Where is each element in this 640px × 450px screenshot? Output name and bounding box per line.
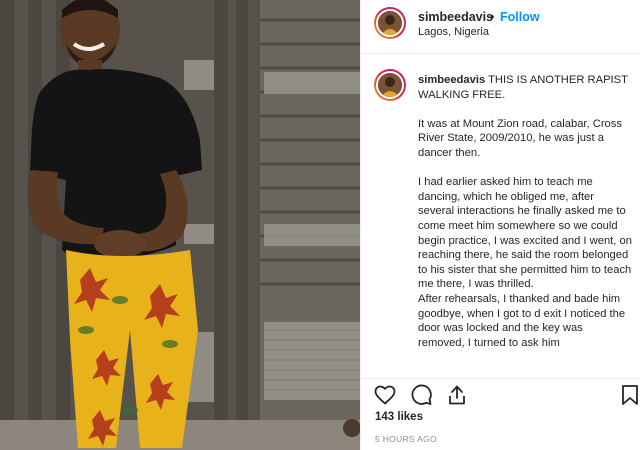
follow-button[interactable]: Follow — [500, 10, 540, 24]
caption-paragraph: After rehearsals, I thanked and bade him… — [418, 292, 626, 349]
post-header: simbeedavis • Follow Lagos, Nigeria — [361, 0, 640, 54]
post-caption: simbeedavis THIS IS ANOTHER RAPIST WALKI… — [418, 73, 632, 350]
separator-dot: • — [490, 10, 495, 24]
author-avatar[interactable] — [374, 7, 406, 39]
likes-count[interactable]: 143 likes — [375, 411, 423, 423]
heart-icon[interactable] — [373, 383, 397, 407]
post-sidebar: simbeedavis • Follow Lagos, Nigeria simb… — [360, 0, 640, 450]
post-location[interactable]: Lagos, Nigeria — [418, 26, 489, 38]
caption-paragraph: I had earlier asked him to teach me danc… — [418, 176, 632, 291]
post-photo[interactable] — [0, 0, 360, 450]
author-username[interactable]: simbeedavis — [418, 10, 493, 24]
comment-icon[interactable] — [409, 383, 433, 407]
post-timestamp[interactable]: 5 HOURS AGO — [375, 434, 437, 444]
avatar-image — [378, 11, 402, 35]
share-icon[interactable] — [445, 383, 469, 407]
action-bar: 143 likes 5 HOURS AGO — [361, 378, 640, 450]
post-image — [0, 0, 360, 450]
caption-paragraph: It was at Mount Zion road, calabar, Cros… — [418, 117, 622, 159]
avatar-image — [378, 73, 402, 97]
bookmark-icon[interactable] — [619, 383, 640, 407]
caption-section: simbeedavis THIS IS ANOTHER RAPIST WALKI… — [361, 55, 640, 378]
caption-avatar[interactable] — [374, 69, 406, 101]
caption-username[interactable]: simbeedavis — [418, 74, 485, 86]
